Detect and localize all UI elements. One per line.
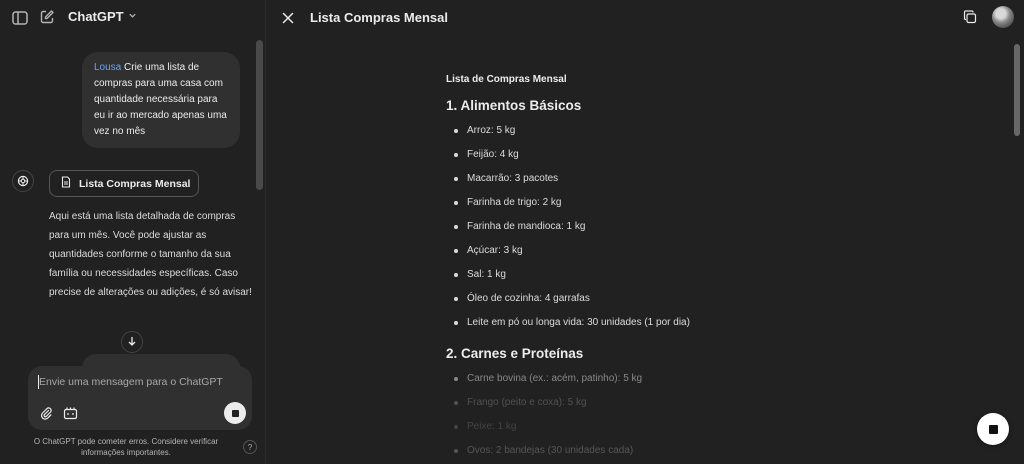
list-item: Óleo de cozinha: 4 garrafas <box>446 287 866 311</box>
document-scrollbar[interactable] <box>1014 44 1020 136</box>
list-item: Peixe: 1 kg <box>446 415 866 439</box>
stop-button[interactable] <box>224 402 246 424</box>
list-item: Açúcar: 3 kg <box>446 239 866 263</box>
canvas-chip-label: Lista Compras Mensal <box>79 177 191 190</box>
canvas-tag: Lousa <box>94 62 122 73</box>
list-item: Macarrão: 3 pacotes <box>446 167 866 191</box>
canvas-panel: Lista Compras Mensal Lista de Compras Me… <box>266 0 1024 464</box>
scroll-down-button[interactable] <box>121 331 143 353</box>
stop-icon <box>988 424 998 434</box>
stop-icon <box>231 409 239 417</box>
list-item: Feijão: 4 kg <box>446 143 866 167</box>
section-title: 1. Alimentos Básicos <box>446 98 582 113</box>
stop-generating-button[interactable] <box>977 413 1009 445</box>
list-item: Ovos: 2 bandejas (30 unidades cada) <box>446 439 866 463</box>
document-heading: Lista de Compras Mensal <box>446 74 567 85</box>
message-composer: Envie uma mensagem para o ChatGPT <box>28 366 252 430</box>
chatgpt-logo-icon <box>12 170 34 192</box>
copy-icon[interactable] <box>962 9 978 25</box>
document-icon <box>61 176 71 191</box>
close-icon[interactable] <box>278 8 298 28</box>
canvas-title: Lista Compras Mensal <box>310 10 448 25</box>
chat-header: ChatGPT <box>0 0 265 36</box>
new-chat-icon[interactable] <box>38 8 56 26</box>
list-item: Carne bovina (ex.: acém, patinho): 5 kg <box>446 367 866 391</box>
list-item: Sal: 1 kg <box>446 263 866 287</box>
arrow-down-icon <box>127 333 137 351</box>
user-message-text: Crie uma lista de compras para uma casa … <box>94 62 227 137</box>
avatar[interactable] <box>992 6 1014 28</box>
help-button[interactable]: ? <box>243 440 257 454</box>
section-title: 2. Carnes e Proteínas <box>446 346 584 361</box>
assistant-message: Aqui está uma lista detalhada de compras… <box>49 211 252 298</box>
model-selector[interactable]: ChatGPT <box>68 9 137 24</box>
list-item: Leite em pó ou longa vida: 30 unidades (… <box>446 311 866 335</box>
item-list: Arroz: 5 kg Feijão: 4 kg Macarrão: 3 pac… <box>446 119 866 335</box>
paperclip-icon[interactable] <box>38 405 54 421</box>
model-name: ChatGPT <box>68 9 124 24</box>
chat-scrollbar[interactable] <box>256 40 263 190</box>
user-message: Lousa Crie uma lista de compras para uma… <box>82 52 240 148</box>
canvas-document-chip[interactable]: Lista Compras Mensal <box>49 170 199 197</box>
list-item: Arroz: 5 kg <box>446 119 866 143</box>
list-item: Farinha de trigo: 2 kg <box>446 191 866 215</box>
chevron-down-icon <box>128 11 137 23</box>
list-item: Frango (peito e coxa): 5 kg <box>446 391 866 415</box>
chat-panel: ChatGPT Lousa Crie uma lista de compras … <box>0 0 266 464</box>
tools-icon[interactable] <box>62 405 78 421</box>
sidebar-icon[interactable] <box>10 8 30 28</box>
canvas-document[interactable]: Lista de Compras Mensal 1. Alimentos Bás… <box>446 74 866 463</box>
item-list: Carne bovina (ex.: acém, patinho): 5 kg … <box>446 367 866 463</box>
disclaimer-text: O ChatGPT pode cometer erros. Considere … <box>33 437 219 457</box>
message-input[interactable]: Envie uma mensagem para o ChatGPT <box>39 376 223 388</box>
list-item: Farinha de mandioca: 1 kg <box>446 215 866 239</box>
